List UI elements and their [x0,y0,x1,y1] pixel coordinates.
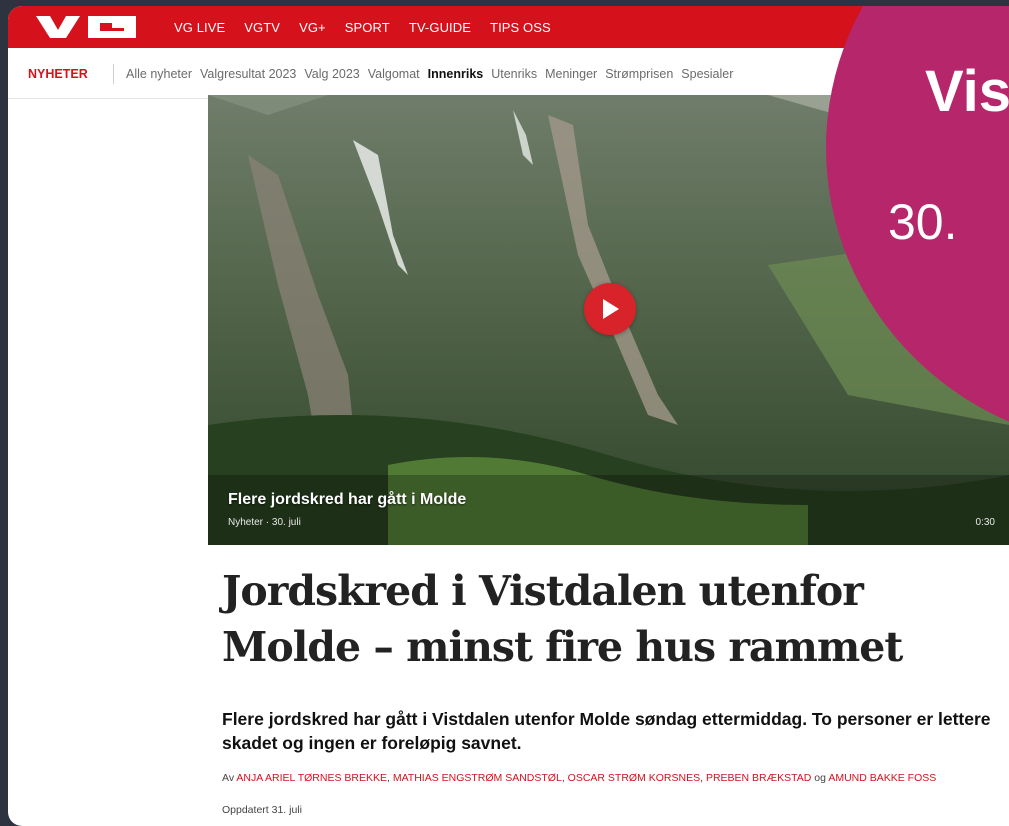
vg-logo[interactable] [36,16,136,38]
nav-sport[interactable]: SPORT [345,20,390,35]
sec-valgomat[interactable]: Valgomat [368,67,420,81]
sec-innenriks[interactable]: Innenriks [428,67,484,81]
author-link[interactable]: PREBEN BRÆKSTAD [706,772,811,784]
section-label[interactable]: NYHETER [28,67,88,81]
play-button[interactable] [584,283,636,335]
article-headline: Jordskred i Vistdalen utenfor Molde – mi… [222,567,903,671]
badge-line-2: 30. [888,194,958,250]
section-items: Alle nyheter Valgresultat 2023 Valg 2023… [126,67,733,81]
play-icon [603,299,619,319]
badge-line-1: Vis [925,59,1009,124]
author-link[interactable]: OSCAR STRØM KORSNES [568,772,700,784]
browser-page: VG LIVE VGTV VG+ SPORT TV-GUIDE TIPS OSS… [8,6,1009,826]
sec-utenriks[interactable]: Utenriks [491,67,537,81]
article-updated: Oppdatert 31. juli [222,804,302,816]
top-nav-items: VG LIVE VGTV VG+ SPORT TV-GUIDE TIPS OSS [174,6,551,48]
byline-prefix: Av [222,772,235,784]
author-link[interactable]: AMUND BAKKE FOSS [828,772,936,784]
article-byline: Av ANJA ARIEL TØRNES BREKKE, MATHIAS ENG… [222,771,992,785]
nav-tv-guide[interactable]: TV-GUIDE [409,20,471,35]
sec-spesialer[interactable]: Spesialer [681,67,733,81]
video-meta: Nyheter · 30. juli [228,517,301,528]
sec-stromprisen[interactable]: Strømprisen [605,67,673,81]
sec-alle-nyheter[interactable]: Alle nyheter [126,67,192,81]
video-title[interactable]: Flere jordskred har gått i Molde [228,491,466,509]
author-link[interactable]: MATHIAS ENGSTRØM SANDSTØL [393,772,562,784]
sec-valg-2023[interactable]: Valg 2023 [304,67,359,81]
author-link[interactable]: ANJA ARIEL TØRNES BREKKE [236,772,387,784]
sec-valgresultat-2023[interactable]: Valgresultat 2023 [200,67,296,81]
nav-vg-live[interactable]: VG LIVE [174,20,225,35]
sec-meninger[interactable]: Meninger [545,67,597,81]
video-duration: 0:30 [975,517,995,528]
nav-tips-oss[interactable]: TIPS OSS [490,20,551,35]
window-border [0,0,8,826]
nav-vgtv[interactable]: VGTV [244,20,280,35]
article-lead: Flere jordskred har gått i Vistdalen ute… [222,709,991,753]
byline-and: og [814,772,826,784]
nav-vg-plus[interactable]: VG+ [299,20,326,35]
section-divider [113,64,114,84]
